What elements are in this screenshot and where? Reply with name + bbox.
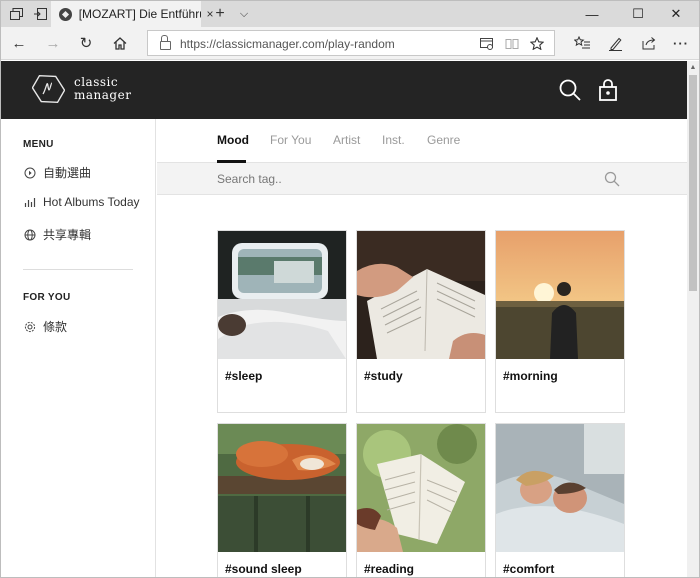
tab-list-chevron-icon[interactable]: ⌵ bbox=[235, 4, 253, 24]
mood-card-reading[interactable]: #reading bbox=[356, 423, 486, 577]
category-tabs: Mood For You Artist Inst. Genre bbox=[157, 119, 687, 163]
sidebar-item-label: 條款 bbox=[43, 320, 68, 334]
mood-tag-label: #reading bbox=[364, 562, 415, 576]
sidebar-divider bbox=[23, 269, 133, 270]
home-button[interactable] bbox=[108, 32, 132, 54]
mood-card-study[interactable]: #study bbox=[356, 230, 486, 413]
minimize-button[interactable]: — bbox=[569, 1, 615, 27]
mood-card-morning[interactable]: #morning bbox=[495, 230, 625, 413]
tag-search-bar bbox=[157, 163, 687, 195]
browser-window: [MOZART] Die Entführu × + ⌵ — ☐ ✕ ← → ↻ … bbox=[0, 0, 700, 578]
home-icon bbox=[113, 36, 127, 50]
main-content: Mood For You Artist Inst. Genre Search t… bbox=[157, 119, 687, 577]
lock-login-icon[interactable] bbox=[596, 78, 620, 102]
favorites-hub-icon[interactable] bbox=[572, 33, 592, 53]
site-header: classic manager bbox=[1, 61, 687, 119]
back-button[interactable]: ← bbox=[7, 32, 31, 54]
sidebar-item-hot-albums[interactable]: Hot Albums Today bbox=[23, 195, 140, 209]
sidebar-item-terms[interactable]: 條款 bbox=[23, 318, 67, 335]
tab-for-you[interactable]: For You bbox=[270, 133, 311, 147]
mood-card-comfort[interactable]: #comfort bbox=[495, 423, 625, 577]
mood-tag-label: #sleep bbox=[225, 369, 263, 383]
sound-sleep-photo bbox=[218, 424, 346, 552]
mood-tag-label: #study bbox=[364, 369, 403, 383]
sidebar-item-label: 共享專輯 bbox=[43, 228, 92, 242]
globe-icon bbox=[23, 228, 37, 242]
title-bar: [MOZART] Die Entführu × + ⌵ — ☐ ✕ bbox=[1, 1, 699, 27]
page-scrollbar[interactable]: ▲ bbox=[687, 61, 699, 577]
search-icon[interactable] bbox=[604, 171, 620, 187]
more-options-icon[interactable]: ··· bbox=[671, 33, 691, 53]
mood-card-sleep[interactable]: #sleep bbox=[217, 230, 347, 413]
mood-card-sound-sleep[interactable]: #sound sleep bbox=[217, 423, 347, 577]
study-photo bbox=[357, 231, 485, 359]
classic-manager-logo-icon[interactable] bbox=[32, 73, 65, 105]
search-icon[interactable] bbox=[558, 78, 582, 102]
morning-photo bbox=[496, 231, 624, 359]
tab-title: [MOZART] Die Entführu bbox=[78, 7, 201, 21]
reading-view-icon[interactable] bbox=[503, 35, 521, 52]
sidebar-item-shared-albums[interactable]: 共享專輯 bbox=[23, 226, 91, 243]
url-field[interactable]: https://classicmanager.com/play-random bbox=[147, 30, 555, 56]
scroll-thumb[interactable] bbox=[689, 75, 697, 291]
sidebar-item-auto-select[interactable]: 自動選曲 bbox=[23, 164, 91, 181]
site-logo-text[interactable]: classic manager bbox=[74, 76, 131, 101]
browser-tab[interactable]: [MOZART] Die Entführu bbox=[51, 1, 201, 27]
gear-icon bbox=[23, 320, 37, 334]
lock-icon bbox=[160, 35, 171, 50]
for-you-heading: FOR YOU bbox=[23, 292, 71, 303]
favorite-star-icon[interactable] bbox=[528, 35, 546, 52]
address-toolbar: ← → ↻ https://classicmanager.com/play-ra… bbox=[1, 27, 699, 60]
logo-line-1: classic bbox=[74, 75, 119, 89]
scroll-up-arrow-icon[interactable]: ▲ bbox=[687, 61, 699, 73]
mood-tag-label: #sound sleep bbox=[225, 562, 302, 576]
menu-heading: MENU bbox=[23, 139, 54, 150]
bar-chart-icon bbox=[23, 195, 37, 209]
sleep-photo bbox=[218, 231, 346, 359]
logo-line-2: manager bbox=[74, 88, 132, 102]
sidebar-item-label: Hot Albums Today bbox=[43, 195, 140, 209]
forward-button[interactable]: → bbox=[41, 32, 65, 54]
mood-tag-label: #morning bbox=[503, 369, 558, 383]
mood-tag-label: #comfort bbox=[503, 562, 555, 576]
refresh-button[interactable]: ↻ bbox=[74, 32, 98, 54]
tab-preview-icon[interactable] bbox=[7, 5, 25, 23]
url-text: https://classicmanager.com/play-random bbox=[180, 37, 395, 51]
sidebar: MENU 自動選曲 Hot Albums Today 共享專輯 FOR YOU bbox=[1, 119, 156, 577]
play-circle-icon bbox=[23, 166, 37, 180]
web-note-pen-icon[interactable] bbox=[605, 33, 625, 53]
tab-artist[interactable]: Artist bbox=[333, 133, 360, 147]
tag-search-input[interactable] bbox=[217, 170, 597, 188]
sidebar-item-label: 自動選曲 bbox=[43, 166, 92, 180]
site-favicon-icon bbox=[59, 7, 72, 21]
new-tab-button[interactable]: + bbox=[211, 4, 229, 24]
tab-inst[interactable]: Inst. bbox=[382, 133, 405, 147]
share-icon[interactable] bbox=[639, 33, 659, 53]
close-window-button[interactable]: ✕ bbox=[653, 1, 699, 27]
reading-photo bbox=[357, 424, 485, 552]
tab-mood[interactable]: Mood bbox=[217, 133, 249, 147]
add-to-reading-icon[interactable] bbox=[478, 35, 496, 52]
comfort-photo bbox=[496, 424, 624, 552]
tab-genre[interactable]: Genre bbox=[427, 133, 460, 147]
set-aside-tabs-icon[interactable] bbox=[31, 5, 49, 23]
